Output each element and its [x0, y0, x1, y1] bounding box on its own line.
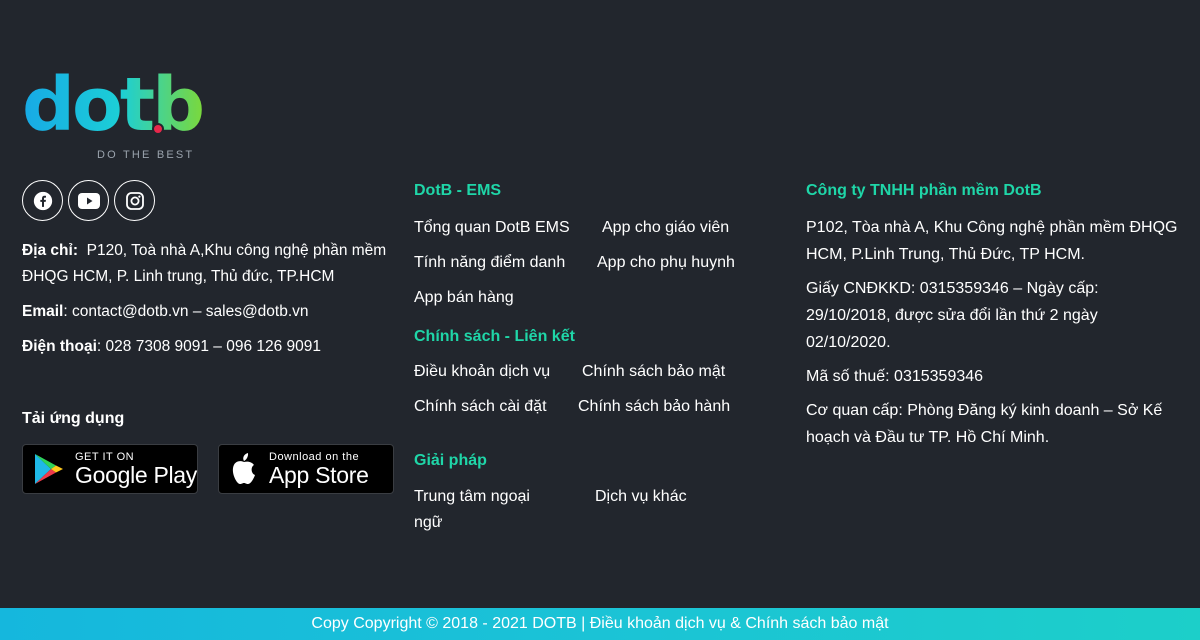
footer: dotb DO THE BEST Địa chỉ: P120, Toà nhà … [0, 0, 1200, 608]
link-language-center[interactable]: Trung tâm ngoại ngữ [414, 484, 549, 536]
email-label: Email [22, 303, 64, 320]
copyright-text: Copy Copyright © 2018 - 2021 DOTB | Điều… [311, 615, 889, 632]
company-license: Giấy CNĐKKD: 0315359346 – Ngày cấp: 29/1… [806, 280, 1099, 351]
address-line: Địa chỉ: P120, Toà nhà A,Khu công nghệ p… [22, 238, 394, 290]
company-tax-code: Mã số thuế: 0315359346 [806, 368, 984, 385]
facebook-button[interactable] [22, 180, 63, 221]
copyright-bar: Copy Copyright © 2018 - 2021 DOTB | Điều… [0, 608, 1200, 640]
company-address: P102, Tòa nhà A, Khu Công nghệ phần mềm … [806, 219, 1178, 263]
solutions-heading: Giải pháp [414, 452, 487, 469]
google-play-icon [35, 454, 63, 484]
company-info-column: Công ty TNHH phần mềm DotB P102, Tòa nhà… [806, 182, 1181, 458]
company-column: dotb DO THE BEST Địa chỉ: P120, Toà nhà … [22, 68, 394, 494]
app-store-button[interactable]: Download on the App Store [218, 444, 394, 494]
phone-value[interactable]: : 028 7308 9091 – 096 126 9091 [97, 338, 321, 355]
youtube-button[interactable] [68, 180, 109, 221]
contact-info: Địa chỉ: P120, Toà nhà A,Khu công nghệ p… [22, 238, 394, 369]
policy-heading: Chính sách - Liên kết [414, 328, 575, 345]
ems-links: Tổng quan DotB EMS App cho giáo viên Tín… [414, 210, 774, 315]
social-links [22, 180, 155, 221]
facebook-icon [33, 191, 52, 210]
logo-slogan: DO THE BEST [97, 149, 195, 161]
links-column: DotB - EMS Tổng quan DotB EMS App cho gi… [414, 182, 774, 536]
link-warranty-policy[interactable]: Chính sách bảo hành [578, 398, 730, 416]
youtube-icon [77, 192, 100, 209]
company-heading: Công ty TNHH phần mềm DotB [806, 182, 1042, 199]
dotb-logo[interactable]: dotb DO THE BEST [22, 68, 212, 164]
phone-line: Điện thoại: 028 7308 9091 – 096 126 9091 [22, 334, 394, 360]
link-other-services[interactable]: Dịch vụ khác [595, 484, 687, 536]
address-label: Địa chỉ: [22, 242, 78, 259]
link-attendance-feature[interactable]: Tính năng điểm danh [414, 254, 597, 272]
google-play-button[interactable]: GET IT ON Google Play [22, 444, 198, 494]
logo-red-dot [152, 123, 164, 135]
email-line: Email: contact@dotb.vn – sales@dotb.vn [22, 299, 394, 325]
company-details: P102, Tòa nhà A, Khu Công nghệ phần mềm … [806, 214, 1181, 451]
solutions-links: Trung tâm ngoại ngữ Dịch vụ khác [414, 478, 774, 536]
policy-links: Điều khoản dịch vụ Chính sách bảo mật Ch… [414, 354, 774, 424]
ems-heading: DotB - EMS [414, 182, 502, 199]
phone-label: Điện thoại [22, 338, 97, 355]
apple-icon [232, 453, 255, 484]
app-store-badges: GET IT ON Google Play Download on the Ap… [22, 444, 394, 494]
company-authority: Cơ quan cấp: Phòng Đăng ký kinh doanh – … [806, 402, 1163, 446]
google-play-big-text: Google Play [75, 462, 197, 488]
instagram-icon [125, 191, 144, 210]
link-privacy-policy[interactable]: Chính sách bảo mật [582, 363, 725, 381]
email-value[interactable]: : contact@dotb.vn – sales@dotb.vn [63, 303, 308, 320]
link-terms-of-service[interactable]: Điều khoản dịch vụ [414, 363, 582, 381]
link-teacher-app[interactable]: App cho giáo viên [602, 219, 729, 237]
link-ems-overview[interactable]: Tổng quan DotB EMS [414, 219, 602, 237]
link-installation-policy[interactable]: Chính sách cài đặt [414, 398, 578, 416]
link-parent-app[interactable]: App cho phụ huynh [597, 254, 735, 272]
link-sales-app[interactable]: App bán hàng [414, 289, 514, 307]
app-store-big-text: App Store [269, 462, 369, 488]
instagram-button[interactable] [114, 180, 155, 221]
logo-wordmark: dotb [22, 62, 205, 148]
download-apps-title: Tải ứng dụng [22, 410, 125, 427]
